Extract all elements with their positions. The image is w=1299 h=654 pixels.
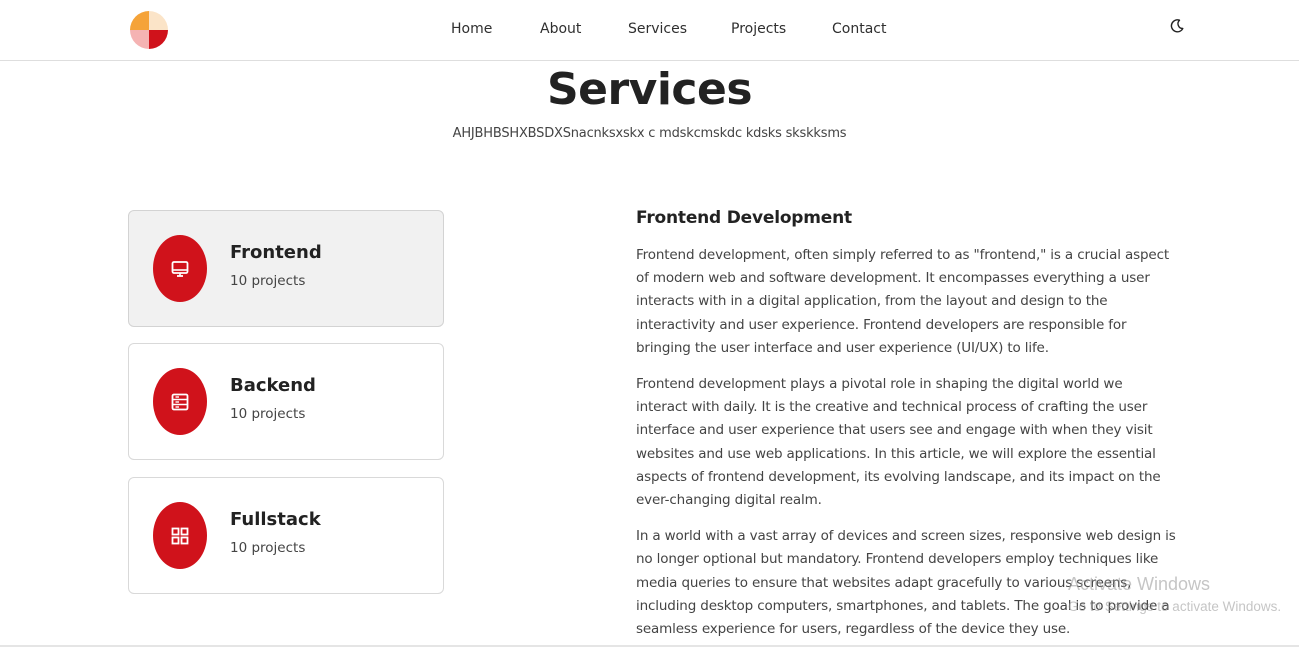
- main-nav: Home About Services Projects Contact: [0, 21, 1299, 41]
- service-card-title: Frontend: [230, 242, 322, 263]
- service-icon-badge: [153, 502, 207, 569]
- service-detail: Frontend Development Frontend developmen…: [636, 208, 1176, 654]
- page-title: Services: [546, 64, 753, 115]
- service-card-fullstack[interactable]: Fullstack 10 projects: [128, 477, 444, 594]
- site-header: Home About Services Projects Contact: [0, 0, 1299, 61]
- grid-icon: [171, 527, 189, 544]
- nav-home[interactable]: Home: [451, 21, 492, 37]
- nav-projects[interactable]: Projects: [731, 21, 786, 37]
- detail-paragraph: Frontend development plays a pivotal rol…: [636, 376, 1161, 509]
- service-card-title: Backend: [230, 375, 316, 396]
- service-card-meta: 10 projects: [230, 273, 306, 289]
- service-card-meta: 10 projects: [230, 406, 306, 422]
- nav-about[interactable]: About: [540, 21, 581, 37]
- moon-icon[interactable]: [1169, 18, 1185, 34]
- service-icon-badge: [153, 235, 207, 302]
- detail-paragraph: Frontend development, often simply refer…: [636, 247, 1170, 356]
- monitor-icon: [171, 260, 189, 277]
- nav-contact[interactable]: Contact: [832, 21, 886, 37]
- service-card-title: Fullstack: [230, 509, 321, 530]
- service-icon-badge: [153, 368, 207, 435]
- detail-heading: Frontend Development: [636, 208, 852, 228]
- server-icon: [171, 393, 189, 410]
- service-card-meta: 10 projects: [230, 540, 306, 556]
- detail-paragraph: In a world with a vast array of devices …: [636, 528, 1176, 638]
- service-card-backend[interactable]: Backend 10 projects: [128, 343, 444, 460]
- page-subtitle: AHJBHBSHXBSDXSnacnksxskx c mdskcmskdc kd…: [452, 126, 847, 141]
- nav-services[interactable]: Services: [628, 21, 687, 37]
- service-card-frontend[interactable]: Frontend 10 projects: [128, 210, 444, 327]
